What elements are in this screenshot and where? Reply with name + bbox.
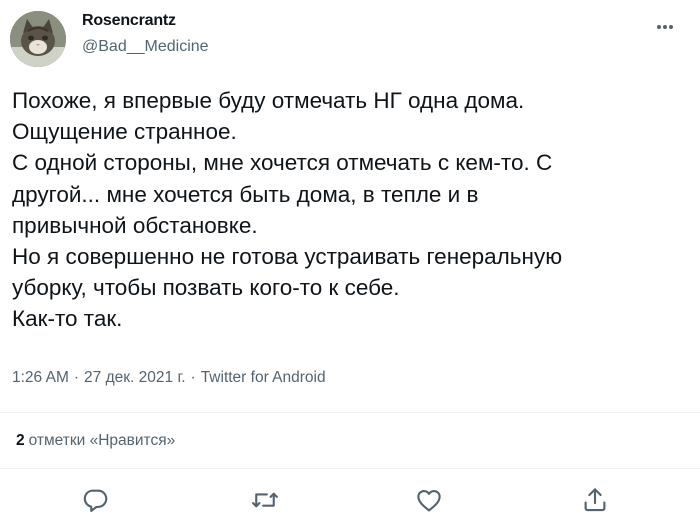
tweet-text-line: С одной стороны, мне хочется отмечать с …: [12, 150, 553, 176]
tweet-time[interactable]: 1:26 AM: [12, 369, 69, 386]
tweet-meta: 1:26 AM · 27 дек. 2021 г. · Twitter for Andr…: [12, 369, 326, 387]
reply-icon: [83, 489, 108, 512]
like-button[interactable]: [414, 485, 444, 515]
reply-button[interactable]: [80, 485, 110, 515]
likes-count: 2: [16, 432, 25, 449]
meta-separator: ·: [190, 369, 196, 386]
tweet-text-line: уборку, чтобы позвать кого-то к себе.: [12, 275, 400, 301]
tweet-text-line: Как-то так.: [12, 306, 123, 332]
likes-summary[interactable]: 2 отметки «Нравится»: [16, 432, 175, 450]
retweet-icon: [252, 492, 278, 508]
more-options-button[interactable]: [652, 18, 678, 36]
author-handle[interactable]: @Bad__Medicine: [82, 38, 209, 56]
author-name[interactable]: Rosencrantz: [82, 12, 176, 30]
likes-label: отметки «Нравится»: [28, 432, 176, 449]
share-button[interactable]: [580, 485, 610, 515]
tweet-text-line: Похоже, я впервые буду отмечать НГ одна …: [12, 88, 525, 113]
retweet-button[interactable]: [250, 485, 280, 515]
more-horizontal-icon: [657, 25, 673, 29]
avatar-cat-image: [10, 11, 66, 67]
divider: [0, 468, 700, 469]
tweet-text-line: Но я совершенно не готова устраивать ген…: [12, 244, 563, 270]
tweet-text-line: Ощущение странное.: [12, 119, 237, 145]
tweet-source[interactable]: Twitter for Android: [201, 369, 326, 386]
meta-separator: ·: [73, 369, 80, 386]
tweet-text-line: другой... мне хочется быть дома, в тепле…: [12, 181, 479, 207]
tweet-text: Похоже, я впервые буду отмечать НГ одна …: [12, 85, 692, 335]
heart-icon: [417, 489, 441, 512]
tweet-date[interactable]: 27 дек. 2021 г.: [84, 369, 185, 386]
avatar[interactable]: [10, 11, 66, 67]
share-icon: [584, 488, 606, 512]
divider: [0, 412, 700, 413]
tweet-card: Rosencrantz @Bad__Medicine Похоже, я впе…: [0, 0, 700, 526]
tweet-text-line: привычной обстановке.: [12, 212, 258, 238]
